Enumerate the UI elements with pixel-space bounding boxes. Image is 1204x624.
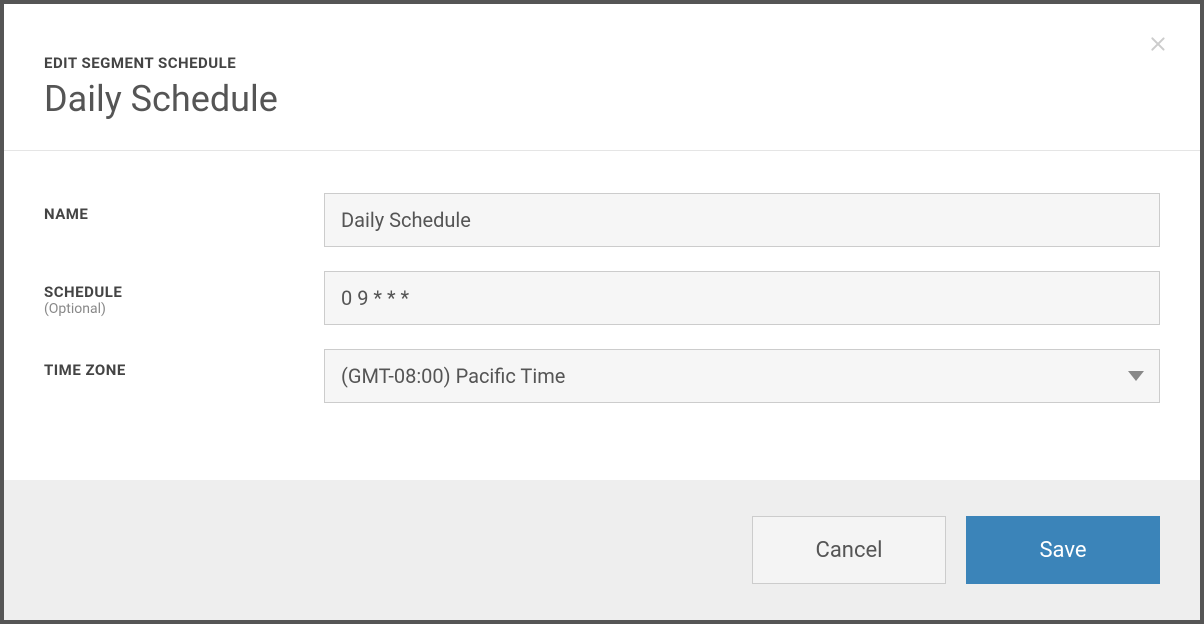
name-label-col: NAME xyxy=(44,193,324,223)
timezone-label-col: TIME ZONE xyxy=(44,349,324,379)
name-input[interactable] xyxy=(324,193,1160,247)
form-row-schedule: SCHEDULE (Optional) xyxy=(44,271,1160,325)
save-button[interactable]: Save xyxy=(966,516,1160,584)
timezone-label: TIME ZONE xyxy=(44,361,324,379)
name-label: NAME xyxy=(44,205,324,223)
schedule-label-col: SCHEDULE (Optional) xyxy=(44,271,324,317)
header-eyebrow: EDIT SEGMENT SCHEDULE xyxy=(44,54,1160,72)
form-row-timezone: TIME ZONE (GMT-08:00) Pacific Time xyxy=(44,349,1160,403)
timezone-select-wrap: (GMT-08:00) Pacific Time xyxy=(324,349,1160,403)
timezone-input-col: (GMT-08:00) Pacific Time xyxy=(324,349,1160,403)
cancel-button[interactable]: Cancel xyxy=(752,516,946,584)
page-title: Daily Schedule xyxy=(44,78,1160,120)
schedule-hint: (Optional) xyxy=(44,301,324,317)
schedule-input-col xyxy=(324,271,1160,325)
edit-schedule-modal: EDIT SEGMENT SCHEDULE Daily Schedule NAM… xyxy=(4,4,1200,620)
modal-body: NAME SCHEDULE (Optional) TIME ZONE (GMT-… xyxy=(4,151,1200,480)
name-input-col xyxy=(324,193,1160,247)
modal-footer: Cancel Save xyxy=(4,480,1200,620)
schedule-input[interactable] xyxy=(324,271,1160,325)
form-row-name: NAME xyxy=(44,193,1160,247)
timezone-select[interactable]: (GMT-08:00) Pacific Time xyxy=(324,349,1160,403)
modal-header: EDIT SEGMENT SCHEDULE Daily Schedule xyxy=(4,4,1200,151)
schedule-label: SCHEDULE xyxy=(44,283,324,301)
close-icon[interactable] xyxy=(1146,32,1170,56)
